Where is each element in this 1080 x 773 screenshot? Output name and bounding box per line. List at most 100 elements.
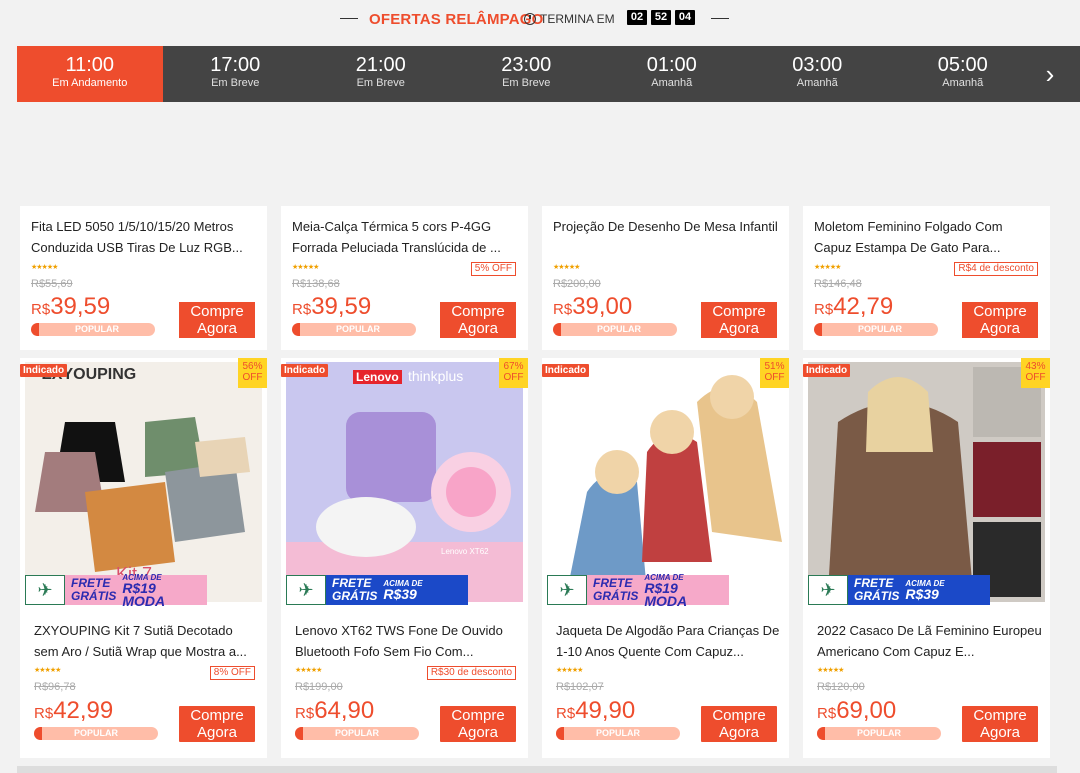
price: R$42,79 — [814, 294, 893, 323]
popular-bar: POPULAR — [34, 727, 158, 740]
ship-amount: R$39 — [122, 183, 156, 199]
divider — [711, 18, 729, 19]
currency: R$ — [814, 301, 834, 318]
buy-button[interactable]: Compre Agora — [440, 302, 516, 338]
tab-time: 05:00 — [937, 54, 988, 76]
product-name[interactable]: Moletom Feminino Folgado Com Capuz Estam… — [814, 216, 1040, 258]
product-card[interactable]: Lenovo thinkplus Lenovo XT62 Indicado 67… — [281, 358, 528, 758]
next-row-edge — [17, 766, 1057, 773]
product-card[interactable]: Indicado 43% OFF ✈ FRETE GRÁTIS ACIMA DE R$3… — [803, 358, 1050, 758]
tab-slot-0500[interactable]: 05:00 Amanhã — [890, 46, 1036, 102]
tab-status: Em Breve — [502, 77, 551, 89]
product-card[interactable]: ZXYOUPING Kit 7 Indicado 56% OFF ✈ FRETE G… — [20, 358, 267, 758]
price-value: 42,99 — [53, 697, 114, 724]
currency: R$ — [292, 301, 312, 318]
discount-tag: 5% OFF — [470, 262, 516, 276]
tab-status: Em Andamento — [52, 77, 128, 89]
free-shipping-tag: ✈ FRETE GRÁTIS ACIMA DE R$19 MODA — [547, 573, 729, 609]
plane-icon: ✈ — [808, 172, 848, 202]
discount-percent: 67% — [503, 361, 524, 372]
gratis-text: GRÁTIS — [71, 186, 117, 200]
product-name[interactable]: 2022 Casaco De Lã Feminino Europeu Ameri… — [817, 620, 1043, 662]
acima-text: ACIMA DE — [122, 176, 162, 185]
price: R$39,59 — [292, 294, 371, 323]
indicado-badge: Indicado — [542, 364, 590, 377]
clock-icon — [524, 13, 536, 25]
popular-bar: POPULAR — [292, 323, 416, 336]
price: R$42,99 — [34, 698, 113, 727]
old-price: R$55,69 — [31, 278, 73, 290]
plane-icon: ✈ — [547, 172, 587, 202]
buy-button[interactable]: Compre Agora — [179, 302, 255, 338]
free-shipping-tag: ✈ FRETE GRÁTIS ACIMA DE R$39 — [808, 575, 990, 605]
price: R$49,90 — [556, 698, 635, 727]
buy-button[interactable]: Compre Agora — [962, 302, 1038, 338]
rating-stars: ★★★★★ — [814, 264, 841, 271]
product-image — [286, 362, 523, 602]
tab-time: 23:00 — [501, 54, 552, 76]
tab-slot-1700[interactable]: 17:00 Em Breve — [163, 46, 309, 102]
price-value: 39,00 — [572, 293, 633, 320]
tab-time: 03:00 — [792, 54, 843, 76]
popular-bar: POPULAR — [817, 727, 941, 740]
tab-slot-2100[interactable]: 21:00 Em Breve — [308, 46, 454, 102]
tab-slot-0100[interactable]: 01:00 Amanhã — [599, 46, 745, 102]
old-price: R$199,00 — [295, 681, 343, 693]
product-name[interactable]: Meia-Calça Térmica 5 cors P-4GG Forrada … — [292, 216, 518, 258]
buy-button[interactable]: Compre Agora — [440, 706, 516, 742]
product-name[interactable]: ZXYOUPING Kit 7 Sutiã Decotado sem Aro /… — [34, 620, 260, 662]
tab-status: Em Breve — [211, 77, 260, 89]
tab-time: 17:00 — [210, 54, 261, 76]
product-card-info: Fita LED 5050 1/5/10/15/20 Metros Conduz… — [20, 206, 267, 350]
product-name[interactable]: Fita LED 5050 1/5/10/15/20 Metros Conduz… — [31, 216, 257, 258]
tab-slot-1100[interactable]: 11:00 Em Andamento — [17, 46, 163, 102]
discount-tag: R$30 de desconto — [426, 666, 516, 680]
old-price: R$146,48 — [814, 278, 862, 290]
rating-stars: ★★★★★ — [34, 667, 61, 674]
buy-button[interactable]: Compre Agora — [962, 706, 1038, 742]
chevron-right-icon[interactable]: › — [1038, 60, 1062, 88]
product-name[interactable]: Projeção De Desenho De Mesa Infantil — [553, 216, 779, 258]
discount-percent: 51% — [764, 361, 785, 372]
discount-off: OFF — [1025, 372, 1046, 383]
frete-text: FRETE — [593, 576, 633, 590]
free-shipping-tag: ✈ FRETE GRÁTIS ACIMA DE R$19 MODA — [25, 573, 207, 608]
plane-icon: ✈ — [286, 575, 326, 605]
brand-logo: Lenovo — [353, 370, 402, 384]
plane-icon: ✈ — [286, 172, 326, 202]
indicado-badge: Indicado — [20, 364, 68, 377]
frete-text: FRETE — [71, 576, 111, 590]
free-shipping-tag: ✈ FRETE GRÁTIS ACIMA DE R$19 MODA — [286, 170, 468, 205]
product-image — [808, 362, 1045, 602]
plane-icon: ✈ — [808, 575, 848, 605]
model-text: Lenovo XT62 — [441, 547, 489, 556]
timer-seconds: 04 — [675, 10, 695, 25]
frete-text: FRETE — [854, 576, 894, 590]
price-value: 69,00 — [836, 697, 897, 724]
free-shipping-tag: ✈ FRETE GRÁTIS ACIMA DE R$39 — [547, 172, 729, 202]
rating-stars: ★★★★★ — [817, 667, 844, 674]
product-name[interactable]: Lenovo XT62 TWS Fone De Ouvido Bluetooth… — [295, 620, 521, 662]
buy-button[interactable]: Compre Agora — [701, 706, 777, 742]
discount-percent: 56% — [242, 361, 263, 372]
popular-bar: POPULAR — [31, 323, 155, 336]
tab-slot-0300[interactable]: 03:00 Amanhã — [745, 46, 891, 102]
discount-badge: 67% OFF — [499, 358, 528, 388]
tab-slot-2300[interactable]: 23:00 Em Breve — [454, 46, 600, 102]
old-price: R$96,78 — [34, 681, 76, 693]
currency: R$ — [295, 705, 315, 722]
product-name[interactable]: Jaqueta De Algodão Para Crianças De 1-10… — [556, 620, 782, 662]
buy-button[interactable]: Compre Agora — [179, 706, 255, 742]
product-image — [547, 362, 784, 602]
plane-icon: ✈ — [25, 172, 65, 202]
frete-text: FRETE — [593, 173, 633, 187]
product-card[interactable]: Indicado 51% OFF ✈ FRETE GRÁTIS ACIMA DE R$1… — [542, 358, 789, 758]
popular-bar: POPULAR — [556, 727, 680, 740]
buy-button[interactable]: Compre Agora — [701, 302, 777, 338]
tab-status: Amanhã — [651, 77, 693, 89]
discount-percent: 43% — [1025, 361, 1046, 372]
ship-amount: R$19 MODA — [644, 579, 688, 609]
plane-icon: ✈ — [547, 575, 587, 605]
discount-badge: 51% OFF — [760, 358, 789, 388]
free-shipping-tag: ✈ FRETE GRÁTIS ACIMA DE R$39 — [286, 575, 468, 605]
